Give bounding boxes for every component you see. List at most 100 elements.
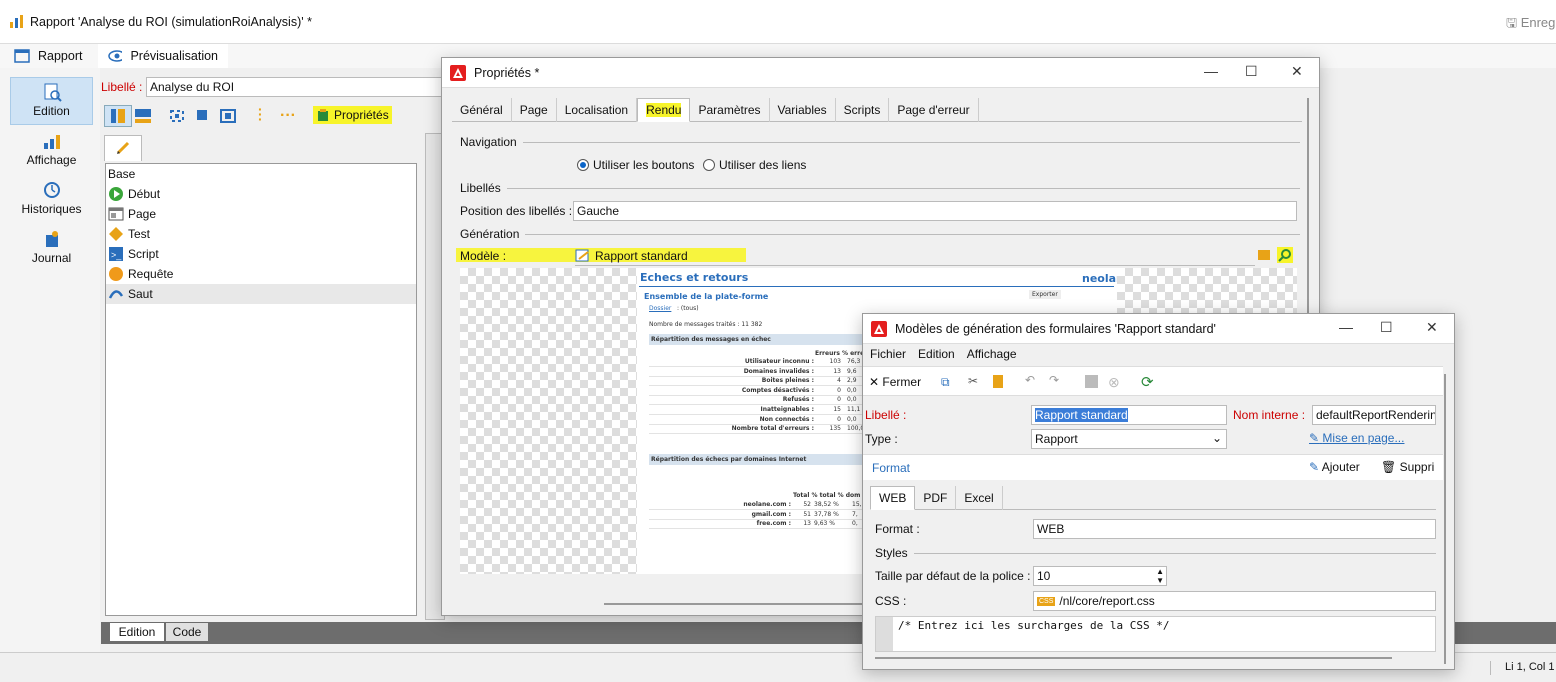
tree-item-debut[interactable]: Début — [106, 184, 416, 204]
tree-item-script[interactable]: >_ Script — [106, 244, 416, 264]
redo-icon[interactable]: ↷ — [1049, 373, 1059, 387]
tab-edition[interactable]: Edition — [110, 623, 164, 641]
horizontal-scrollbar[interactable] — [875, 657, 1392, 659]
menu-edition[interactable]: Edition — [918, 347, 955, 361]
model-field[interactable]: Rapport standard — [575, 246, 1255, 266]
vertical-more-icon[interactable]: · · · — [258, 102, 263, 126]
layout-horizontal-button[interactable] — [133, 106, 153, 129]
x-icon: ✕ — [869, 375, 880, 389]
maximize-icon[interactable]: ☐ — [1245, 63, 1258, 80]
tree-edit-tab[interactable] — [104, 135, 142, 161]
refresh-icon[interactable]: ⟳ — [1141, 373, 1154, 391]
layout-link[interactable]: ✎ Mise en page... — [1309, 431, 1404, 445]
tree-item-label: Saut — [128, 287, 153, 301]
edit-search-icon — [44, 83, 62, 102]
nav-journal[interactable]: Journal — [10, 225, 93, 273]
model-libelle-input[interactable]: Rapport standard — [1031, 405, 1227, 425]
menu-fichier[interactable]: Fichier — [870, 347, 906, 361]
page-icon — [108, 207, 124, 221]
tree-item-label: Requête — [128, 267, 174, 281]
preview-dossier-value: : (tous) — [677, 305, 699, 312]
nav-edition[interactable]: Edition — [10, 77, 93, 125]
css-editor[interactable]: /* Entrez ici les surcharges de la CSS *… — [875, 616, 1436, 652]
zoom-100-icon[interactable] — [197, 110, 207, 120]
menu-bar: Fichier Edition Affichage — [870, 347, 1029, 361]
undo-icon[interactable]: ↶ — [1025, 373, 1035, 387]
preview-msg-count: Nombre de messages traités : 11 382 — [649, 321, 763, 328]
css-path-field[interactable]: CSS/nl/core/report.css — [1033, 591, 1436, 611]
minimize-icon[interactable]: — — [1339, 319, 1353, 335]
folder-icon[interactable] — [1258, 250, 1270, 260]
maximize-icon[interactable]: ☐ — [1380, 319, 1393, 336]
tab-page[interactable]: Page — [512, 98, 557, 122]
models-header: Modèles de génération des formulaires 'R… — [863, 314, 1454, 344]
format-tabs: WEB PDF Excel — [870, 486, 1436, 510]
tab-scripts[interactable]: Scripts — [836, 98, 890, 122]
tab-web[interactable]: WEB — [870, 486, 916, 510]
close-label: Fermer — [882, 375, 922, 389]
tab-excel[interactable]: Excel — [956, 486, 1003, 510]
delete-button[interactable]: 🗑 Suppri — [1381, 460, 1434, 474]
start-icon — [109, 187, 123, 201]
tab-rendu[interactable]: Rendu — [637, 98, 691, 122]
tab-general[interactable]: Général — [452, 98, 512, 122]
activity-tree: Base Début Page Test >_ Script Requête Sa… — [105, 163, 417, 616]
type-select[interactable]: Rapport ⌄ — [1031, 429, 1227, 449]
close-icon[interactable]: ✕ — [1291, 63, 1303, 80]
nav-historiques[interactable]: Historiques — [10, 176, 93, 224]
vertical-scrollbar[interactable] — [1444, 374, 1446, 664]
status-divider — [1490, 661, 1491, 675]
models-toolbar: ✕ Fermer ⧉ ✂ ↶ ↷ ⊗ ⟳ — [863, 366, 1443, 396]
label-position-select[interactable]: Gauche — [573, 201, 1297, 221]
close-icon[interactable]: ✕ — [1426, 319, 1438, 336]
left-nav: Edition Affichage Historiques Journal — [0, 68, 100, 652]
font-size-stepper[interactable]: 10 ▲ ▼ — [1033, 566, 1167, 586]
copy-icon[interactable]: ⧉ — [941, 375, 950, 390]
tab-variables[interactable]: Variables — [770, 98, 836, 122]
tree-item-test[interactable]: Test — [106, 224, 416, 244]
layout-vertical-button[interactable] — [104, 105, 132, 127]
horizontal-more-icon[interactable]: ··· — [280, 107, 296, 125]
paste-icon[interactable] — [993, 375, 1003, 388]
tree-item-saut[interactable]: Saut — [106, 284, 416, 304]
tree-item-page[interactable]: Page — [106, 204, 416, 224]
chart-icon — [43, 135, 60, 149]
stepper-arrows-icon: ▲ ▼ — [1156, 567, 1164, 585]
magnifier-icon — [1278, 249, 1291, 262]
cancel-icon[interactable]: ⊗ — [1108, 374, 1120, 391]
nav-affichage[interactable]: Affichage — [10, 127, 93, 175]
tab-rapport[interactable]: Rapport — [4, 44, 92, 68]
libelle-input[interactable]: Analyse du ROI — [146, 77, 446, 97]
radio-buttons-option[interactable]: Utiliser les boutons — [577, 158, 694, 172]
tab-pdf[interactable]: PDF — [915, 486, 957, 510]
add-button[interactable]: ✎ Ajouter — [1309, 460, 1360, 474]
menu-affichage[interactable]: Affichage — [967, 347, 1017, 361]
test-icon — [109, 227, 123, 241]
tree-item-label: Script — [128, 247, 159, 261]
tab-page-erreur[interactable]: Page d'erreur — [889, 98, 979, 122]
radio-links-option[interactable]: Utiliser des liens — [703, 158, 806, 172]
layout-horizontal-icon — [135, 109, 151, 123]
properties-button[interactable]: Propriétés — [313, 106, 392, 124]
format-bar: Format ✎ Ajouter 🗑 Suppri — [863, 454, 1443, 480]
save-button[interactable]: 🖫 Enreg — [1506, 14, 1555, 36]
save-icon[interactable] — [1085, 375, 1098, 388]
tab-parametres[interactable]: Paramètres — [690, 98, 770, 122]
tab-localisation[interactable]: Localisation — [557, 98, 638, 122]
format-select[interactable]: WEB — [1033, 519, 1436, 539]
cut-icon[interactable]: ✂ — [968, 374, 978, 388]
format-title: Format — [872, 461, 911, 475]
save-icon: 🖫 — [1506, 15, 1518, 30]
tab-code[interactable]: Code — [166, 623, 208, 641]
minimize-icon[interactable]: — — [1204, 63, 1218, 79]
window-title: Rapport 'Analyse du ROI (simulationRoiAn… — [30, 15, 312, 29]
zoom-fit-button[interactable] — [219, 108, 237, 127]
tree-item-requete[interactable]: Requête — [106, 264, 416, 284]
fit-button[interactable] — [168, 108, 186, 127]
tab-previsualisation[interactable]: Prévisualisation — [98, 44, 228, 68]
zoom-icon[interactable] — [1277, 247, 1293, 263]
internal-name-label: Nom interne : — [1233, 408, 1306, 422]
properties-label: Propriétés — [334, 108, 389, 122]
internal-name-input[interactable]: defaultReportRendering — [1312, 405, 1436, 425]
close-button[interactable]: ✕ Fermer — [869, 375, 921, 389]
